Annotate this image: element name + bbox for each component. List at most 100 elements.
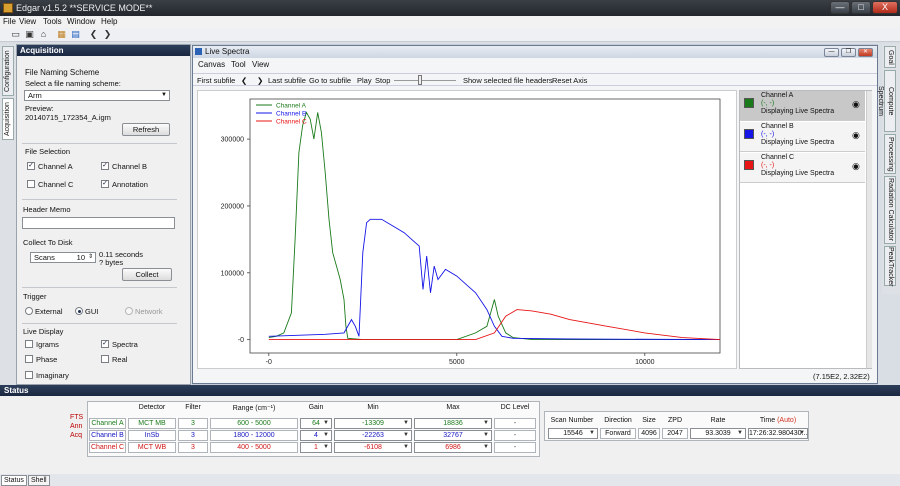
imaginary-checkbox[interactable] [25, 371, 33, 379]
spectra-checkbox[interactable]: ✓ [101, 340, 109, 348]
trigger-gui-radio[interactable] [75, 307, 83, 315]
menu-canvas[interactable]: Canvas [198, 60, 225, 69]
last-subfile-button[interactable]: Last subfile [268, 76, 306, 85]
prev-icon[interactable]: ❮ [241, 76, 247, 85]
min-select[interactable]: -13309 ▼ [334, 418, 412, 429]
stop-button[interactable]: Stop [375, 76, 390, 85]
forward-icon[interactable]: ❯ [102, 29, 113, 40]
max-select[interactable]: 18836 ▼ [414, 418, 492, 429]
close-button[interactable]: X [872, 1, 898, 14]
minimize-button[interactable]: — [830, 1, 850, 14]
eye-icon[interactable]: ◉ [852, 130, 860, 141]
gain-select[interactable]: 1 ▼ [300, 442, 332, 453]
back-icon[interactable]: ❮ [88, 29, 99, 40]
min-select[interactable]: -22263 ▼ [334, 430, 412, 441]
home-icon[interactable]: ⌂ [38, 29, 49, 40]
detector-value: InSb [128, 430, 176, 441]
header-dc-level: DC Level [500, 404, 530, 411]
channel-a-checkbox[interactable]: ✓ [27, 162, 35, 170]
detector-value: MCT WB [128, 442, 176, 453]
preview-label: Preview: [25, 104, 54, 113]
chevron-down-icon: ▼ [737, 430, 743, 436]
phase-checkbox[interactable] [25, 355, 33, 363]
header-min: Min [367, 404, 379, 411]
trigger-external-radio[interactable] [25, 307, 33, 315]
menu-file[interactable]: File [3, 17, 16, 26]
max-select[interactable]: 32767 ▼ [414, 430, 492, 441]
refresh-button[interactable]: Refresh [122, 123, 170, 136]
scan-number-select[interactable]: 15546 ▼ [548, 428, 598, 439]
dc-level-value-text: - [513, 432, 517, 439]
menu-tool[interactable]: Tool [231, 60, 246, 69]
x-tick-label: -0 [266, 359, 272, 366]
reset-axis-button[interactable]: Reset Axis [552, 76, 587, 85]
first-subfile-button[interactable]: First subfile [197, 76, 235, 85]
window-title: Edgar v1.5.2 **SERVICE MODE** [16, 3, 153, 13]
min-select[interactable]: -6108 ▼ [334, 442, 412, 453]
tab-shell[interactable]: Shell [28, 475, 50, 486]
tool-icon[interactable]: ▦ [56, 29, 67, 40]
goto-subfile-button[interactable]: Go to subfile [309, 76, 351, 85]
next-icon[interactable]: ❯ [257, 76, 263, 85]
real-checkbox[interactable] [101, 355, 109, 363]
open-icon[interactable]: ▭ [10, 29, 21, 40]
max-select[interactable]: 6986 ▼ [414, 442, 492, 453]
menu-view[interactable]: View [19, 17, 36, 26]
subfile-slider-handle[interactable] [418, 75, 422, 85]
igrams-checkbox[interactable] [25, 340, 33, 348]
trigger-network-radio[interactable] [125, 307, 133, 315]
rate-select[interactable]: 93.3039 ▼ [690, 428, 746, 439]
gain-select[interactable]: 4 ▼ [300, 430, 332, 441]
channel-name: Channel B [89, 430, 126, 441]
channel-c-name: Channel C [761, 154, 795, 161]
tab-processing[interactable]: Processing [884, 134, 896, 174]
menu-tools[interactable]: Tools [43, 17, 62, 26]
tab-acquisition[interactable]: Acquisition [2, 98, 14, 140]
menu-live-view[interactable]: View [252, 60, 269, 69]
show-headers-button[interactable]: Show selected file headers [463, 76, 553, 85]
max-select-text: 6986 [445, 444, 461, 451]
channel-b-checkbox[interactable]: ✓ [101, 162, 109, 170]
gain-select[interactable]: 64 ▼ [300, 418, 332, 429]
annotation-checkbox[interactable]: ✓ [101, 180, 109, 188]
eye-icon[interactable]: ◉ [852, 161, 860, 172]
max-select-text: 18836 [443, 420, 463, 427]
tab-peaktracker[interactable]: PeakTracker [884, 246, 896, 286]
play-button[interactable]: Play [357, 76, 372, 85]
legend-scrollbar[interactable] [866, 91, 872, 368]
chevron-down-icon: ▼ [589, 430, 595, 436]
layout-icon[interactable]: ▤ [70, 29, 81, 40]
scheme-select[interactable]: Arm ▼ [24, 90, 170, 101]
preview-value: 20140715_172354_A.igm [25, 113, 111, 122]
channel-b-entry[interactable]: Channel B (-, -) Displaying Live Spectra… [740, 122, 865, 152]
subfile-slider-track[interactable] [394, 80, 456, 81]
tab-radiation-calculator[interactable]: Radiation Calculator [884, 176, 896, 244]
tab-configuration[interactable]: Configuration [2, 46, 14, 96]
maximize-button[interactable]: □ [851, 1, 871, 14]
tab-status[interactable]: Status [1, 475, 27, 486]
dc-level-value: - [494, 418, 536, 429]
spectra-plot[interactable]: -0 5000 10000 -0 100000 200000 300000 Channel A… [197, 90, 737, 369]
child-minimize-button[interactable]: — [824, 48, 839, 57]
scans-spinbox[interactable]: Scans 10 ⇕ [30, 252, 96, 263]
legend-label: Channel C [276, 119, 307, 126]
x-tick-label: 10000 [635, 359, 655, 366]
channel-c-entry[interactable]: Channel C (-, -) Displaying Live Spectra… [740, 153, 865, 183]
save-icon[interactable]: ▣ [24, 29, 35, 40]
time-select[interactable]: 17:26:32.980430... ▼ [748, 428, 808, 439]
tab-compute-spectrum[interactable]: Compute Spectrum [877, 70, 896, 132]
header-memo-input[interactable] [22, 217, 175, 229]
eye-icon[interactable]: ◉ [852, 99, 860, 110]
child-close-button[interactable]: ✕ [858, 48, 873, 57]
channel-c-checkbox[interactable] [27, 180, 35, 188]
menu-window[interactable]: Window [67, 17, 95, 26]
tab-goal[interactable]: Goal [884, 46, 896, 68]
zpd-value: 2047 [662, 428, 688, 439]
chevron-down-icon: ▼ [403, 420, 409, 426]
collect-button[interactable]: Collect [122, 268, 172, 281]
channel-a-entry[interactable]: Channel A (-, -) Displaying Live Spectra… [740, 91, 865, 121]
menu-help[interactable]: Help [101, 17, 117, 26]
spectra-chart[interactable]: -0 5000 10000 -0 100000 200000 300000 Channel A… [198, 91, 736, 368]
live-spectra-title: Live Spectra [205, 47, 250, 56]
child-restore-button[interactable]: ❐ [841, 48, 856, 57]
